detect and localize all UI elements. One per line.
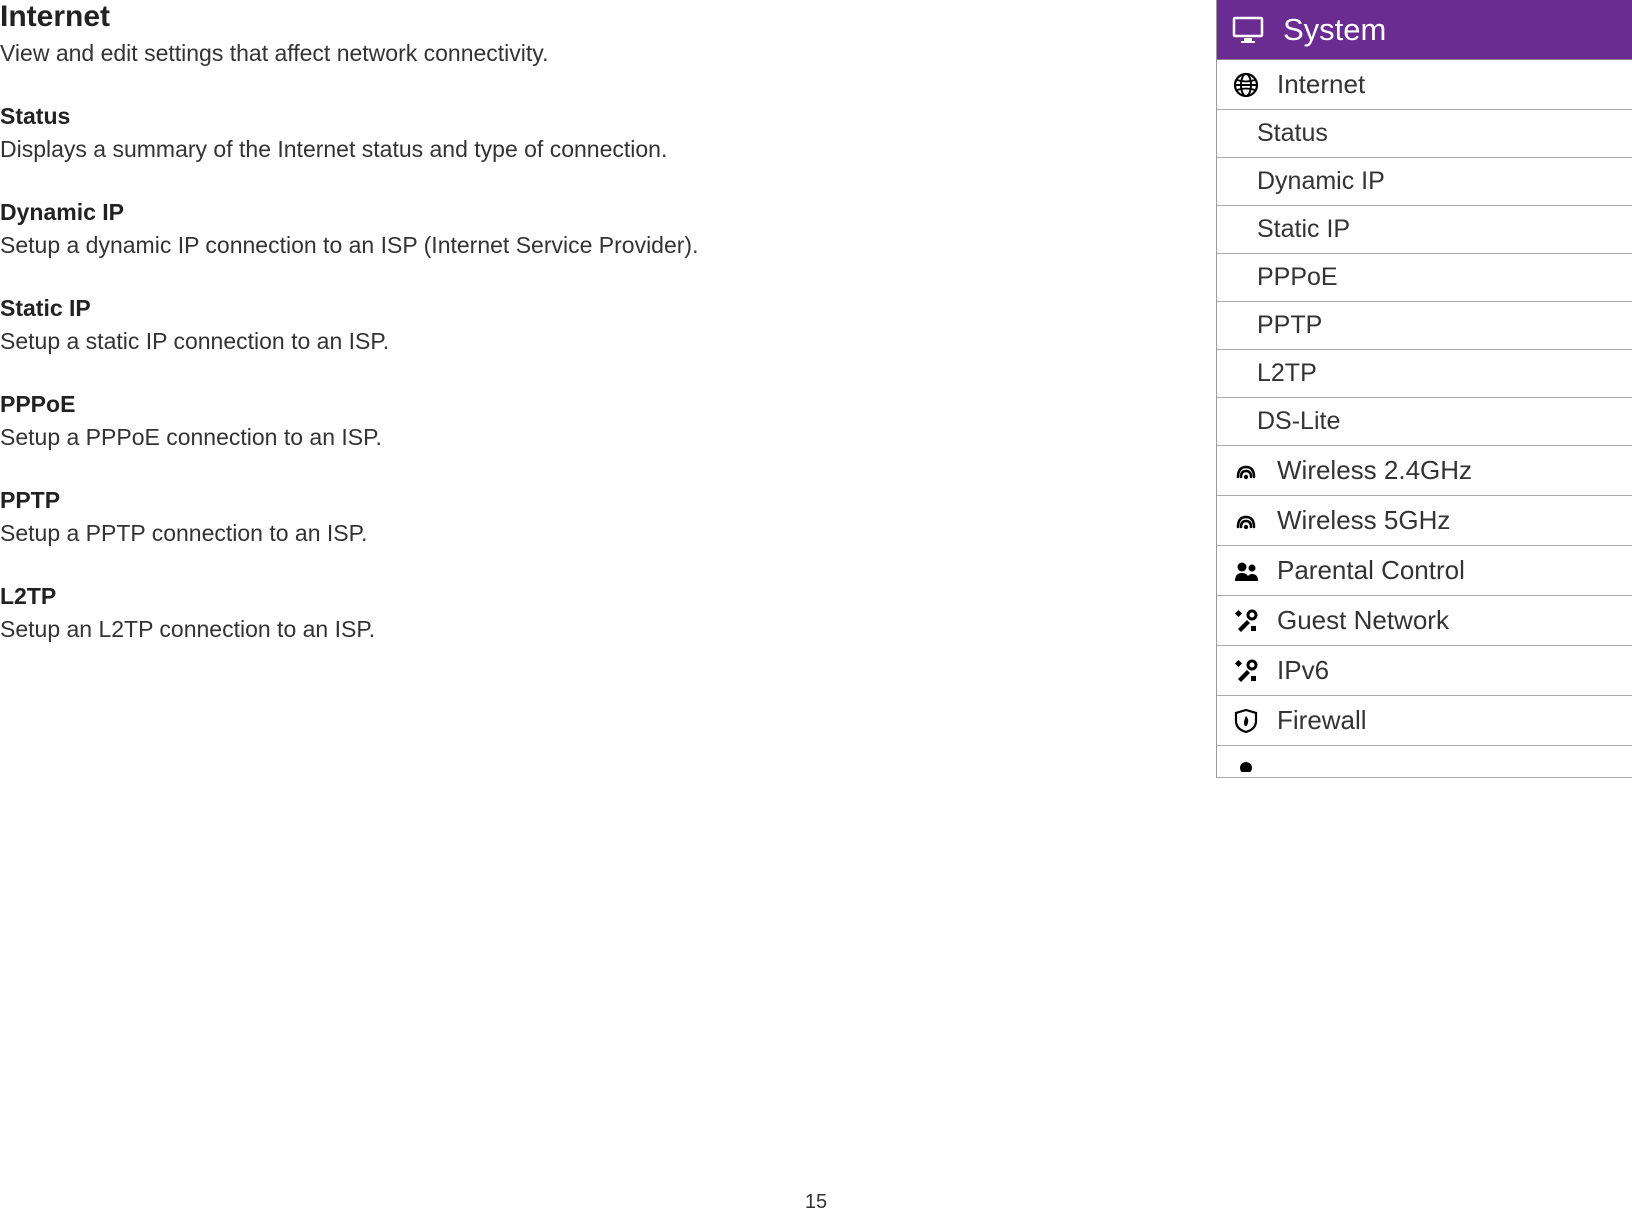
sidebar-subitem-pppoe-label: PPPoE bbox=[1257, 263, 1338, 292]
sidebar-header-system[interactable]: System bbox=[1217, 0, 1632, 60]
section-static-ip: Static IP Setup a static IP connection t… bbox=[0, 295, 850, 355]
section-dynamic-ip-desc: Setup a dynamic IP connection to an ISP … bbox=[0, 232, 850, 259]
sidebar-subitem-static-ip-label: Static IP bbox=[1257, 215, 1350, 244]
section-pppoe: PPPoE Setup a PPPoE connection to an ISP… bbox=[0, 391, 850, 451]
sidebar-item-ipv6-label: IPv6 bbox=[1277, 655, 1329, 686]
sidebar-item-wireless-24[interactable]: Wireless 2.4GHz bbox=[1217, 446, 1632, 496]
sidebar-item-wireless-24-label: Wireless 2.4GHz bbox=[1277, 455, 1472, 486]
section-l2tp: L2TP Setup an L2TP connection to an ISP. bbox=[0, 583, 850, 643]
globe-icon bbox=[1231, 70, 1261, 100]
partial-icon bbox=[1231, 750, 1261, 778]
section-static-ip-title: Static IP bbox=[0, 295, 850, 322]
section-status-desc: Displays a summary of the Internet statu… bbox=[0, 136, 850, 163]
sidebar-subitem-pppoe[interactable]: PPPoE bbox=[1217, 254, 1632, 302]
tools-icon bbox=[1231, 656, 1261, 686]
sidebar-item-partial[interactable] bbox=[1217, 746, 1632, 778]
sidebar-subitem-status-label: Status bbox=[1257, 119, 1328, 148]
wifi-icon bbox=[1231, 456, 1261, 486]
sidebar-item-firewall[interactable]: Firewall bbox=[1217, 696, 1632, 746]
section-l2tp-desc: Setup an L2TP connection to an ISP. bbox=[0, 616, 850, 643]
sidebar-item-parental-control[interactable]: Parental Control bbox=[1217, 546, 1632, 596]
sidebar-item-ipv6[interactable]: IPv6 bbox=[1217, 646, 1632, 696]
section-status-title: Status bbox=[0, 103, 850, 130]
section-static-ip-desc: Setup a static IP connection to an ISP. bbox=[0, 328, 850, 355]
section-pppoe-desc: Setup a PPPoE connection to an ISP. bbox=[0, 424, 850, 451]
sidebar-subitem-l2tp-label: L2TP bbox=[1257, 359, 1317, 388]
sidebar-subitem-static-ip[interactable]: Static IP bbox=[1217, 206, 1632, 254]
wifi-icon bbox=[1231, 506, 1261, 536]
sidebar-item-parental-control-label: Parental Control bbox=[1277, 555, 1465, 586]
sidebar-item-internet[interactable]: Internet bbox=[1217, 60, 1632, 110]
page-number: 15 bbox=[805, 1191, 827, 1214]
page-subtitle: View and edit settings that affect netwo… bbox=[0, 40, 850, 67]
section-dynamic-ip: Dynamic IP Setup a dynamic IP connection… bbox=[0, 199, 850, 259]
section-pptp-desc: Setup a PPTP connection to an ISP. bbox=[0, 520, 850, 547]
sidebar-subitem-ds-lite-label: DS-Lite bbox=[1257, 407, 1340, 436]
sidebar-item-guest-network[interactable]: Guest Network bbox=[1217, 596, 1632, 646]
section-pptp-title: PPTP bbox=[0, 487, 850, 514]
sidebar-subitem-ds-lite[interactable]: DS-Lite bbox=[1217, 398, 1632, 446]
users-icon bbox=[1231, 556, 1261, 586]
sidebar-subitem-status[interactable]: Status bbox=[1217, 110, 1632, 158]
monitor-icon bbox=[1231, 13, 1265, 47]
sidebar-subitem-dynamic-ip[interactable]: Dynamic IP bbox=[1217, 158, 1632, 206]
section-l2tp-title: L2TP bbox=[0, 583, 850, 610]
sidebar-item-wireless-5[interactable]: Wireless 5GHz bbox=[1217, 496, 1632, 546]
sidebar-subitem-pptp-label: PPTP bbox=[1257, 311, 1322, 340]
sidebar-subitem-dynamic-ip-label: Dynamic IP bbox=[1257, 167, 1385, 196]
section-dynamic-ip-title: Dynamic IP bbox=[0, 199, 850, 226]
section-status: Status Displays a summary of the Interne… bbox=[0, 103, 850, 163]
main-content: Internet View and edit settings that aff… bbox=[0, 0, 850, 679]
tools-icon bbox=[1231, 606, 1261, 636]
sidebar-subitem-pptp[interactable]: PPTP bbox=[1217, 302, 1632, 350]
section-pptp: PPTP Setup a PPTP connection to an ISP. bbox=[0, 487, 850, 547]
sidebar: System Internet Status Dynamic IP Static… bbox=[1216, 0, 1632, 778]
sidebar-item-firewall-label: Firewall bbox=[1277, 705, 1367, 736]
page-title: Internet bbox=[0, 0, 850, 34]
sidebar-item-guest-network-label: Guest Network bbox=[1277, 605, 1449, 636]
sidebar-item-internet-label: Internet bbox=[1277, 69, 1365, 100]
sidebar-item-wireless-5-label: Wireless 5GHz bbox=[1277, 505, 1450, 536]
sidebar-header-label: System bbox=[1283, 12, 1386, 48]
sidebar-subitem-l2tp[interactable]: L2TP bbox=[1217, 350, 1632, 398]
section-pppoe-title: PPPoE bbox=[0, 391, 850, 418]
shield-fire-icon bbox=[1231, 706, 1261, 736]
